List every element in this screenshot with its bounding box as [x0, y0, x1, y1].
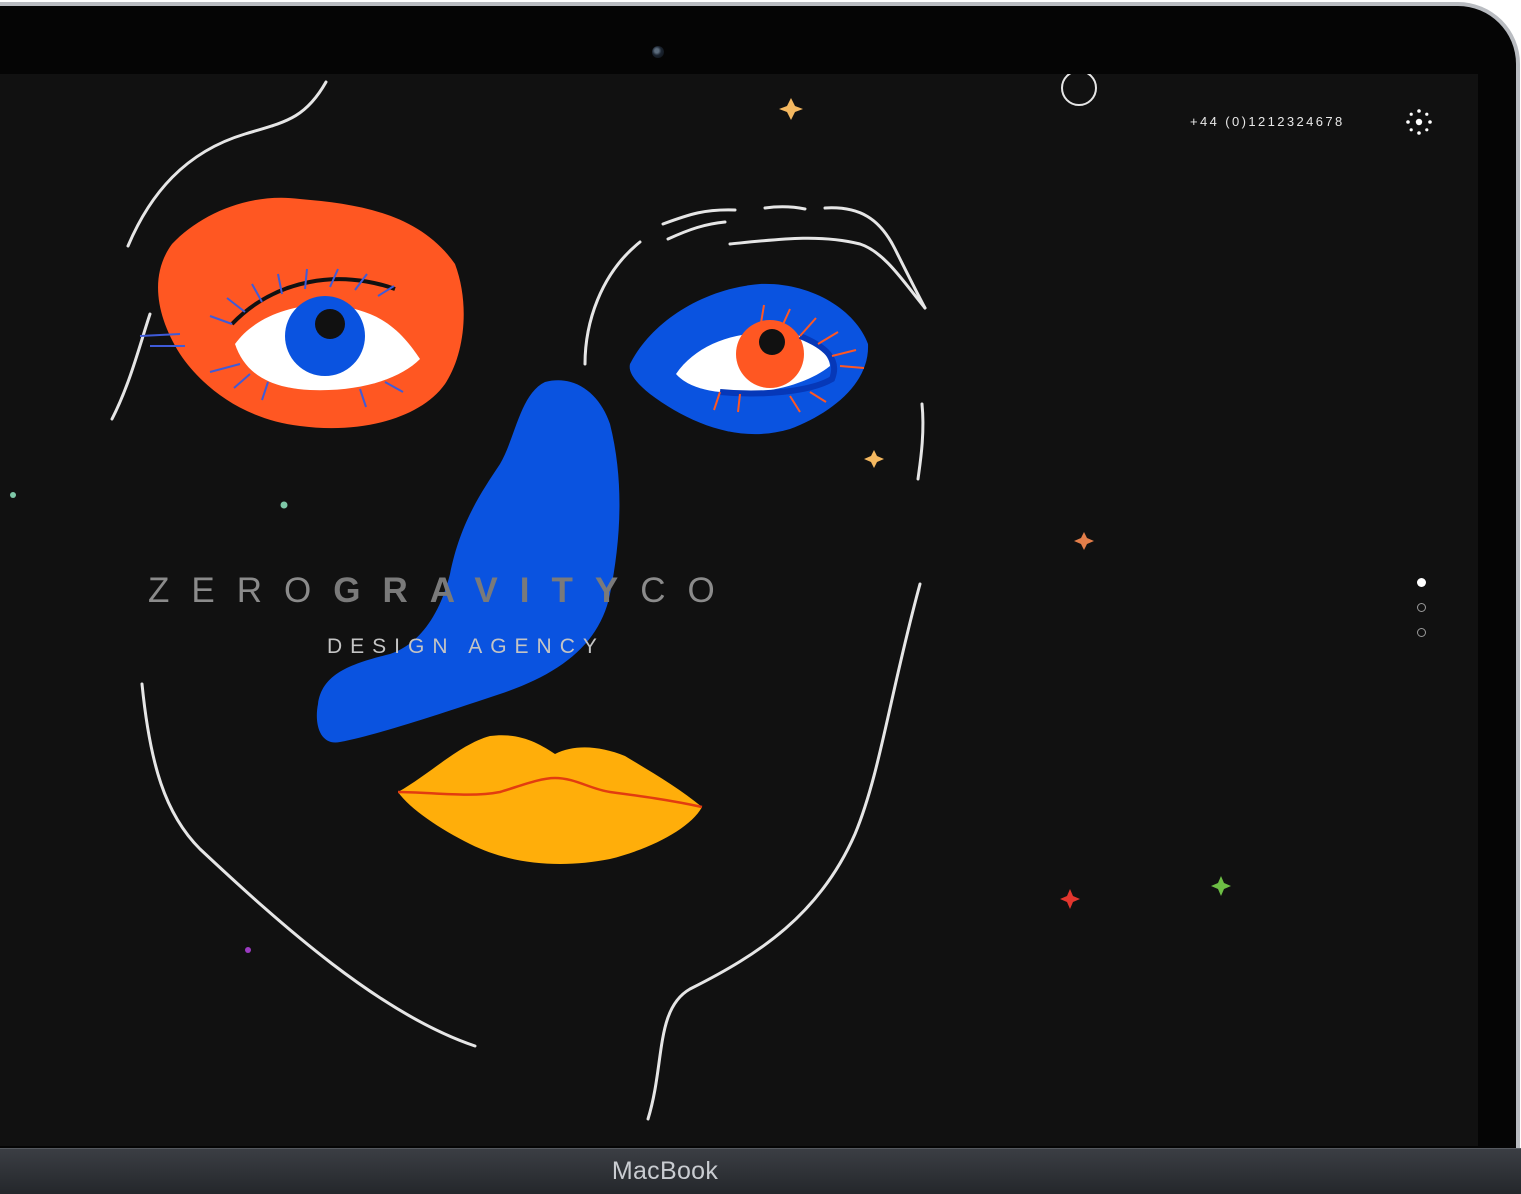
right-pupil [759, 329, 785, 355]
hair-curve-right [823, 206, 927, 310]
dot-icon [10, 492, 16, 498]
website-screen: +44 (0)1212324678 ZEROGRAVITYCO DESIGN A… [0, 74, 1478, 1146]
pager-dot-1[interactable] [1416, 578, 1426, 587]
slide-pager [1414, 578, 1428, 653]
star-icon [1211, 876, 1231, 896]
camera-icon [652, 46, 664, 58]
blue-nose-shape [316, 380, 620, 743]
hair-strand-3 [763, 205, 807, 211]
dot-icon [245, 947, 251, 953]
star-icon [864, 450, 884, 468]
pager-dot-3[interactable] [1416, 628, 1426, 637]
dots-menu-icon[interactable] [1403, 106, 1435, 138]
title-part-co: CO [640, 571, 737, 610]
site-title: ZEROGRAVITYCO [148, 571, 737, 611]
jaw-line-right [646, 582, 922, 1121]
title-part-zero: ZERO [148, 571, 334, 610]
nose-bridge-line [583, 240, 642, 366]
stars [779, 98, 1231, 909]
star-icon [1074, 532, 1094, 550]
title-part-gravity: GRAVITY [333, 571, 641, 610]
star-icon [779, 98, 803, 120]
site-subtitle: DESIGN AGENCY [327, 635, 605, 658]
star-icon [1060, 889, 1080, 909]
device-brand-label: MacBook [611, 1157, 719, 1185]
pager-dot-2[interactable] [1416, 603, 1426, 612]
dot-icon [280, 501, 288, 509]
cheek-line-right [916, 402, 925, 481]
cheek-line-left [110, 312, 152, 421]
hair-strand-2 [666, 220, 727, 241]
ring-icon [1061, 74, 1097, 106]
phone-number[interactable]: +44 (0)1212324678 [1190, 114, 1345, 129]
laptop-mockup: +44 (0)1212324678 ZEROGRAVITYCO DESIGN A… [0, 0, 1521, 1194]
jaw-line-left [140, 682, 477, 1048]
left-pupil [315, 309, 345, 339]
